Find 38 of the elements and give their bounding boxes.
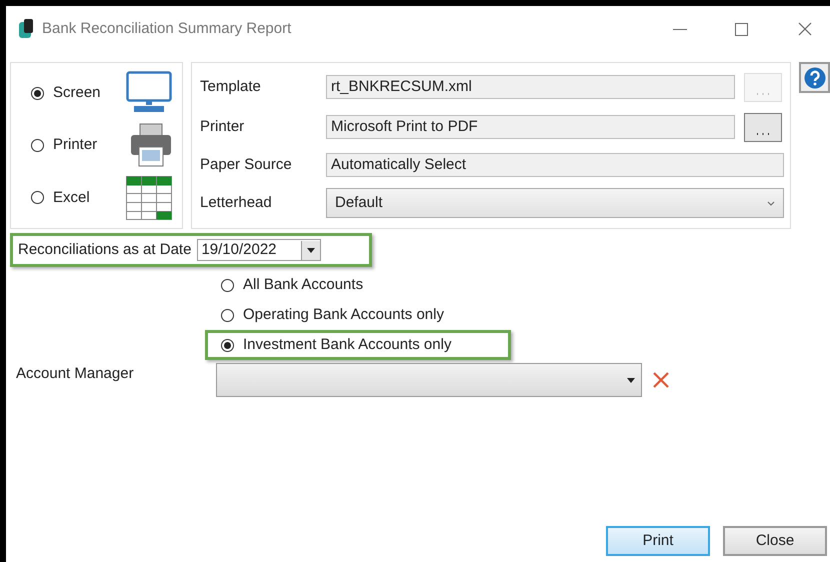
- radio-label[interactable]: Printer: [53, 134, 113, 157]
- radio-button[interactable]: [31, 138, 44, 152]
- minimize-icon[interactable]: [673, 28, 687, 30]
- dialog-button[interactable]: Print: [606, 526, 710, 556]
- text-field[interactable]: Automatically Select: [326, 153, 784, 178]
- close-icon[interactable]: [798, 22, 812, 36]
- maximize-icon[interactable]: [735, 22, 748, 36]
- date-label: Reconciliations as at Date: [18, 240, 192, 260]
- field-label: Printer: [200, 117, 246, 138]
- field-label: Account Manager: [16, 364, 135, 384]
- dialog-button[interactable]: Close: [723, 526, 827, 556]
- date-field[interactable]: 19/10/2022: [197, 239, 322, 261]
- chevron-icon: [767, 200, 775, 206]
- help-button[interactable]: [799, 62, 830, 93]
- radio-button[interactable]: [221, 278, 234, 292]
- radio-button[interactable]: [221, 308, 234, 322]
- radio-label[interactable]: Excel: [53, 186, 113, 210]
- spreadsheet-icon: [126, 176, 172, 220]
- field-label: Template: [200, 76, 262, 97]
- help-icon: [804, 66, 826, 88]
- printer-icon: [130, 123, 172, 168]
- app-logo-icon: [18, 19, 34, 39]
- field-label: Letterhead: [200, 193, 273, 214]
- radio-button[interactable]: [31, 191, 44, 204]
- radio-label[interactable]: Operating Bank Accounts only: [243, 304, 444, 326]
- radio-label[interactable]: Screen: [53, 82, 113, 104]
- dropdown[interactable]: Default: [326, 188, 784, 218]
- radio-button[interactable]: [31, 86, 44, 100]
- radio-label[interactable]: All Bank Accounts: [243, 274, 364, 296]
- browse-button[interactable]: [744, 112, 782, 142]
- field-label: Paper Source: [200, 154, 293, 175]
- window-title: Bank Reconciliation Summary Report: [42, 18, 292, 39]
- radio-button[interactable]: [221, 338, 234, 352]
- dropdown-arrow-icon: [627, 378, 635, 382]
- radio-label[interactable]: Investment Bank Accounts only: [243, 334, 452, 356]
- text-field[interactable]: Microsoft Print to PDF: [326, 115, 735, 140]
- clear-icon[interactable]: [652, 371, 670, 389]
- account-manager-dropdown[interactable]: [216, 363, 642, 397]
